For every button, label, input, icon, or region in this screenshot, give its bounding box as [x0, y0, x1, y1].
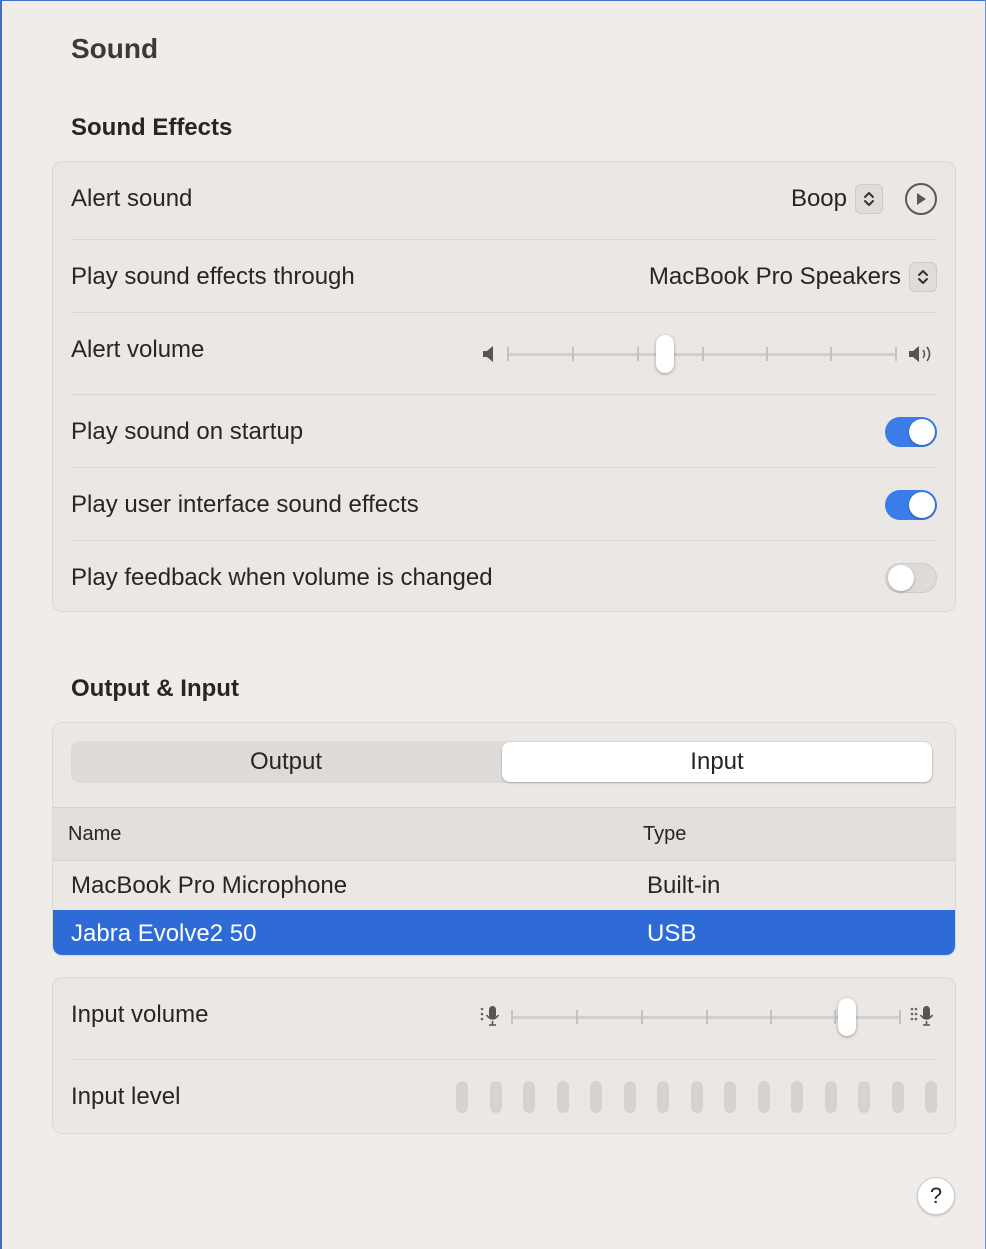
mic-high-icon	[909, 1004, 937, 1030]
slider-tick	[834, 1010, 836, 1024]
slider-tick	[770, 1010, 772, 1024]
table-row[interactable]: MacBook Pro Microphone Built-in	[53, 862, 955, 910]
play-through-label: Play sound effects through	[71, 263, 355, 290]
chevron-up-down-icon	[909, 262, 937, 292]
input-level-label: Input level	[71, 1083, 181, 1110]
slider-tick	[572, 347, 574, 361]
slider-tick	[641, 1010, 643, 1024]
alert-sound-controls: Boop	[791, 183, 937, 215]
level-segment	[757, 1081, 770, 1113]
toggle-knob	[909, 492, 935, 518]
sound-effects-heading: Sound Effects	[71, 114, 233, 141]
input-volume-control	[479, 997, 937, 1037]
alert-sound-label: Alert sound	[71, 185, 193, 212]
slider-tick	[830, 347, 832, 361]
level-segment	[657, 1081, 669, 1113]
level-segment	[523, 1081, 535, 1113]
input-settings-card: Input volume Input level	[52, 977, 956, 1134]
alert-sound-popup[interactable]: Boop	[791, 184, 883, 214]
column-header-type[interactable]: Type	[643, 808, 686, 860]
level-segment	[623, 1081, 636, 1113]
help-button[interactable]: ?	[917, 1177, 955, 1215]
level-segment	[556, 1081, 569, 1113]
page-title: Sound	[71, 33, 159, 64]
divider	[71, 1059, 937, 1060]
device-name: MacBook Pro Microphone	[71, 872, 348, 899]
startup-row: Play sound on startup	[71, 409, 937, 455]
speaker-low-icon	[481, 344, 499, 364]
window-border-top	[0, 0, 986, 1]
divider	[71, 312, 937, 313]
chevron-up-down-icon	[855, 184, 883, 214]
column-header-name[interactable]: Name	[68, 808, 121, 860]
tab-output[interactable]: Output	[71, 741, 501, 783]
level-segment	[690, 1081, 703, 1113]
speaker-high-icon	[907, 343, 937, 365]
input-volume-row: Input volume	[71, 992, 937, 1038]
slider-tick	[576, 1010, 578, 1024]
slider-thumb[interactable]	[838, 998, 857, 1036]
slider-tick	[702, 347, 704, 361]
startup-toggle[interactable]	[885, 417, 937, 447]
window-border-left	[0, 0, 2, 1249]
toggle-knob	[888, 565, 914, 591]
play-through-value: MacBook Pro Speakers	[648, 263, 901, 290]
divider	[71, 467, 937, 468]
feedback-toggle[interactable]	[885, 563, 937, 593]
slider-tick	[899, 1010, 901, 1024]
input-volume-label: Input volume	[71, 1001, 209, 1028]
slider-tick	[766, 347, 768, 361]
table-row-selected[interactable]: Jabra Evolve2 50 USB	[53, 910, 955, 955]
mic-low-icon	[479, 1004, 503, 1030]
level-segment	[590, 1081, 602, 1113]
level-segment	[456, 1081, 468, 1113]
slider-thumb[interactable]	[655, 335, 674, 373]
level-segment	[925, 1081, 937, 1113]
level-segment	[824, 1081, 837, 1113]
alert-volume-slider[interactable]	[507, 334, 897, 374]
toggle-knob	[909, 419, 935, 445]
input-level-meter	[456, 1081, 937, 1113]
slider-tick	[637, 347, 639, 361]
level-segment	[858, 1081, 870, 1113]
input-level-row: Input level	[71, 1074, 937, 1120]
slider-tick	[895, 347, 897, 361]
output-input-card: Output Input Name Type MacBook Pro Micro…	[52, 722, 956, 956]
ui-effects-row: Play user interface sound effects	[71, 482, 937, 528]
slider-tick	[706, 1010, 708, 1024]
alert-sound-row: Alert sound Boop	[71, 176, 937, 222]
level-segment	[791, 1081, 803, 1113]
divider	[71, 540, 937, 541]
input-volume-slider[interactable]	[511, 997, 901, 1037]
level-segment	[891, 1081, 904, 1113]
output-input-segmented-control: Output Input	[71, 741, 933, 783]
alert-volume-control	[481, 334, 937, 374]
slider-tick	[507, 347, 509, 361]
tab-input[interactable]: Input	[502, 742, 932, 782]
play-through-popup[interactable]: MacBook Pro Speakers	[649, 262, 937, 292]
level-segment	[489, 1081, 502, 1113]
feedback-row: Play feedback when volume is changed	[71, 555, 937, 601]
divider	[71, 394, 937, 395]
device-name: Jabra Evolve2 50	[71, 920, 257, 947]
alert-volume-row: Alert volume	[71, 327, 937, 373]
divider	[71, 239, 937, 240]
output-input-heading: Output & Input	[71, 675, 239, 702]
alert-sound-value: Boop	[790, 185, 847, 212]
device-table-header: Name Type	[53, 807, 955, 861]
slider-tick	[511, 1010, 513, 1024]
play-through-row: Play sound effects through MacBook Pro S…	[71, 254, 937, 300]
feedback-label: Play feedback when volume is changed	[71, 564, 493, 591]
ui-effects-label: Play user interface sound effects	[71, 491, 419, 518]
sound-effects-card: Alert sound Boop Play sound effects thro…	[52, 161, 956, 612]
play-icon[interactable]	[905, 183, 937, 215]
level-segment	[724, 1081, 736, 1113]
alert-volume-label: Alert volume	[71, 336, 205, 363]
startup-label: Play sound on startup	[71, 418, 304, 445]
device-type: USB	[647, 920, 697, 947]
device-type: Built-in	[647, 872, 721, 899]
ui-effects-toggle[interactable]	[885, 490, 937, 520]
